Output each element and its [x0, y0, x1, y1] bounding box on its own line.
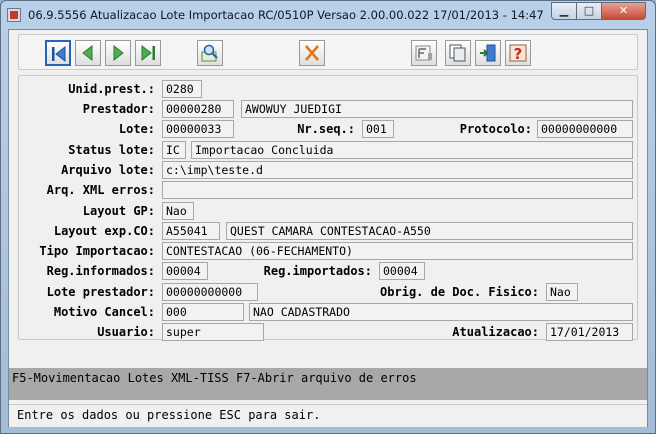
arq-xml-erros-field[interactable] [162, 181, 633, 199]
close-button[interactable]: ✕ [601, 2, 646, 20]
lote-label: Lote: [118, 122, 155, 136]
reg-informados-field[interactable]: 00004 [162, 262, 208, 280]
status-message: Entre os dados ou pressione ESC para sai… [17, 408, 321, 422]
zoom-search-icon [201, 44, 218, 62]
layout-gp-field[interactable]: Nao [162, 202, 194, 220]
first-record-icon [52, 45, 66, 63]
usuario-field[interactable]: super [162, 323, 264, 341]
status-lote-desc-field: Importacao Concluida [191, 141, 633, 159]
title-bar[interactable]: 06.9.5556 Atualizacao Lote Importacao RC… [1, 1, 655, 29]
reg-importados-label: Reg.importados: [263, 264, 372, 278]
copy-icon [449, 44, 466, 62]
prev-record-icon [82, 44, 93, 62]
application-window: 06.9.5556 Atualizacao Lote Importacao RC… [0, 0, 656, 434]
layout-exp-co-code-field[interactable]: A55041 [162, 222, 220, 240]
help-button[interactable]: ? [505, 40, 531, 66]
tipo-importacao-label: Tipo Importacao: [39, 244, 155, 258]
exit-button[interactable] [475, 40, 501, 66]
motivo-cancel-code-field[interactable]: 000 [162, 303, 244, 321]
obrig-doc-fisico-label: Obrig. de Doc. Fisico: [380, 285, 539, 299]
layout-gp-label: Layout GP: [82, 204, 155, 218]
toolbar: ? [18, 34, 638, 70]
function-key-hint-text: F5-Movimentacao Lotes XML-TISS F7-Abrir … [12, 371, 417, 385]
help-question-icon: ? [509, 44, 527, 63]
nr-seq-label: Nr.seq.: [297, 122, 355, 136]
motivo-cancel-label: Motivo Cancel: [53, 305, 155, 319]
minimize-button[interactable]: ▁ [551, 2, 577, 20]
cancel-x-icon [305, 45, 319, 61]
unid-prest-label: Unid.prest.: [68, 82, 155, 96]
copy-button[interactable] [445, 40, 471, 66]
prestador-label: Prestador: [82, 102, 155, 116]
prestador-code-field[interactable]: 00000280 [162, 100, 234, 118]
zoom-search-button[interactable] [197, 40, 223, 66]
last-record-icon [141, 44, 155, 62]
arquivo-lote-field[interactable]: c:\imp\teste.d [162, 161, 633, 179]
form-panel: Unid.prest.: 0280 Prestador: 00000280 AW… [18, 75, 638, 341]
next-record-icon [113, 44, 124, 62]
obrig-doc-fisico-field[interactable]: Nao [546, 283, 578, 301]
client-area: ? Unid.prest.: 0280 Prestador: 00000280 … [8, 29, 648, 427]
status-bar: Entre os dados ou pressione ESC para sai… [9, 404, 647, 427]
arq-xml-erros-label: Arq. XML erros: [46, 183, 155, 197]
maximize-button[interactable]: □ [576, 2, 602, 20]
prestador-name-field: AWOWUY JUEDIGI [241, 100, 633, 118]
function-key-hint-bar: F5-Movimentacao Lotes XML-TISS F7-Abrir … [9, 368, 647, 400]
reg-importados-field[interactable]: 00004 [379, 262, 425, 280]
exit-door-icon [480, 44, 496, 62]
lote-prestador-label: Lote prestador: [46, 285, 155, 299]
svg-text:?: ? [514, 45, 523, 63]
arquivo-lote-label: Arquivo lote: [61, 163, 155, 177]
reg-informados-label: Reg.informados: [46, 264, 155, 278]
lote-prestador-field[interactable]: 00000000000 [162, 283, 258, 301]
unid-prest-field[interactable]: 0280 [162, 80, 202, 98]
lote-field[interactable]: 00000033 [162, 120, 234, 138]
window-title: 06.9.5556 Atualizacao Lote Importacao RC… [28, 8, 544, 22]
cancel-button[interactable] [299, 40, 325, 66]
protocolo-field[interactable]: 00000000000 [537, 120, 633, 138]
layout-exp-co-label: Layout exp.CO: [53, 224, 155, 238]
prev-record-button[interactable] [75, 40, 101, 66]
protocolo-label: Protocolo: [459, 122, 532, 136]
last-record-button[interactable] [135, 40, 161, 66]
atualizacao-label: Atualizacao: [452, 325, 539, 339]
usuario-label: Usuario: [97, 325, 155, 339]
motivo-cancel-desc-field: NAO CADASTRADO [249, 303, 633, 321]
field-f-button[interactable] [411, 40, 437, 66]
layout-exp-co-desc-field: QUEST CAMARA CONTESTACAO-A550 [226, 222, 633, 240]
nr-seq-field[interactable]: 001 [362, 120, 394, 138]
first-record-button[interactable] [45, 40, 71, 66]
tipo-importacao-field[interactable]: CONTESTACAO (06-FECHAMENTO) [162, 242, 633, 260]
field-f-icon [415, 45, 432, 61]
app-icon[interactable] [7, 8, 21, 22]
next-record-button[interactable] [105, 40, 131, 66]
atualizacao-field[interactable]: 17/01/2013 [546, 323, 633, 341]
status-lote-label: Status lote: [68, 143, 155, 157]
status-lote-code-field[interactable]: IC [162, 141, 186, 159]
